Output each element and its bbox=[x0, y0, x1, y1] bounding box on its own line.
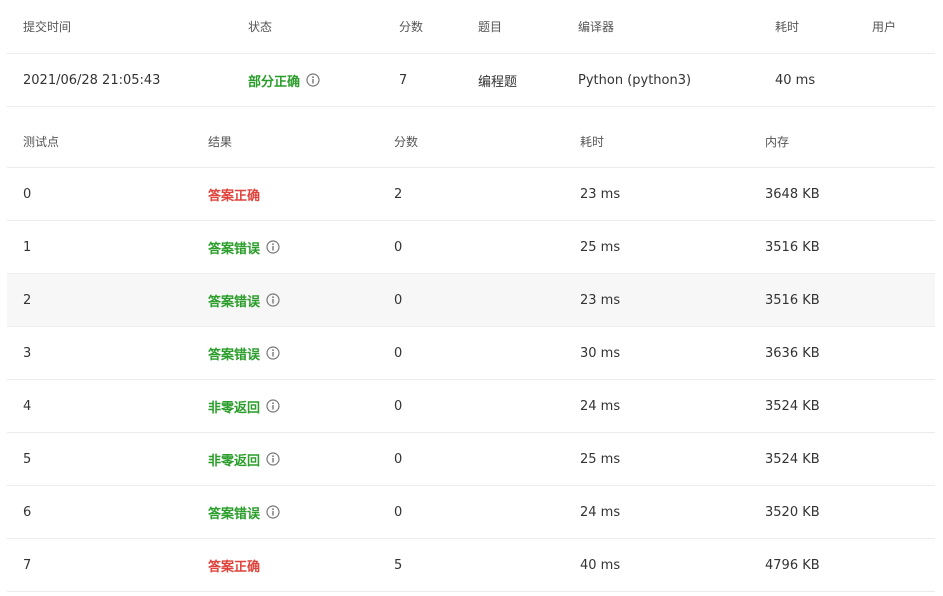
testcase-memory: 3648 KB bbox=[765, 186, 820, 202]
testcase-result[interactable]: 答案错误 bbox=[208, 486, 280, 538]
header-result: 结果 bbox=[208, 134, 233, 149]
result-label: 非零返回 bbox=[208, 453, 261, 469]
testcase-score: 0 bbox=[394, 292, 403, 308]
testcase-result[interactable]: 答案错误 bbox=[208, 274, 280, 326]
testcase-body: 0 答案正确 2 23 ms 3648 KB 1 答案错误 0 25 ms 3516 KB 2 答案错… bbox=[7, 168, 935, 592]
header-submit-time: 提交时间 bbox=[23, 20, 72, 34]
testcase-memory: 4796 KB bbox=[765, 557, 820, 573]
testcase-row: 3 答案错误 0 30 ms 3636 KB bbox=[7, 327, 935, 380]
header-status: 状态 bbox=[248, 20, 273, 34]
testcase-result[interactable]: 答案错误 bbox=[208, 221, 280, 273]
testcase-elapsed: 24 ms bbox=[580, 504, 621, 520]
testcase-score: 2 bbox=[394, 186, 403, 202]
testcase-elapsed: 40 ms bbox=[580, 557, 621, 573]
testcase-score: 0 bbox=[394, 504, 403, 520]
compiler-name: Python (python3) bbox=[578, 72, 692, 88]
result-label: 答案错误 bbox=[208, 347, 261, 363]
testcase-result[interactable]: 非零返回 bbox=[208, 380, 280, 432]
testcase-memory: 3516 KB bbox=[765, 292, 820, 308]
submission-table: 提交时间 状态 分数 题目 编译器 耗时 用户 2021/06/28 21:05… bbox=[7, 0, 935, 107]
testcase-result[interactable]: 答案错误 bbox=[208, 327, 280, 379]
submission-score: 7 bbox=[399, 72, 408, 88]
header-compiler: 编译器 bbox=[578, 20, 615, 34]
header-problem: 题目 bbox=[478, 20, 503, 34]
submit-time: 2021/06/28 21:05:43 bbox=[23, 72, 161, 88]
testcase-score: 0 bbox=[394, 345, 403, 361]
testcase-elapsed: 23 ms bbox=[580, 186, 621, 202]
result-label: 非零返回 bbox=[208, 400, 261, 416]
testcase-result: 答案正确 bbox=[208, 539, 260, 591]
testcase-id: 3 bbox=[23, 345, 32, 361]
testcase-result: 答案正确 bbox=[208, 168, 260, 220]
testcase-id: 7 bbox=[23, 557, 32, 573]
testcase-id: 2 bbox=[23, 292, 32, 308]
testcase-id: 0 bbox=[23, 186, 32, 202]
submission-header-row: 提交时间 状态 分数 题目 编译器 耗时 用户 bbox=[7, 0, 935, 54]
result-label: 答案正确 bbox=[208, 559, 261, 575]
header-elapsed: 耗时 bbox=[775, 20, 800, 34]
testcase-elapsed: 25 ms bbox=[580, 451, 621, 467]
info-icon[interactable] bbox=[266, 346, 280, 360]
testcase-memory: 3524 KB bbox=[765, 451, 820, 467]
header-user: 用户 bbox=[872, 20, 897, 34]
testcase-row: 4 非零返回 0 24 ms 3524 KB bbox=[7, 380, 935, 433]
testcase-row: 2 答案错误 0 23 ms 3516 KB bbox=[7, 274, 935, 327]
testcase-id: 6 bbox=[23, 504, 32, 520]
info-icon[interactable] bbox=[266, 452, 280, 466]
testcase-row: 6 答案错误 0 24 ms 3520 KB bbox=[7, 486, 935, 539]
testcase-score: 0 bbox=[394, 239, 403, 255]
header-tc-score: 分数 bbox=[394, 134, 419, 149]
testcase-result[interactable]: 非零返回 bbox=[208, 433, 280, 485]
testcase-score: 0 bbox=[394, 398, 403, 414]
testcase-table: 测试点 结果 分数 耗时 内存 0 答案正确 2 23 ms 3648 KB 1 答案错误 0… bbox=[7, 115, 935, 592]
testcase-elapsed: 30 ms bbox=[580, 345, 621, 361]
testcase-id: 4 bbox=[23, 398, 32, 414]
testcase-elapsed: 24 ms bbox=[580, 398, 621, 414]
submission-row: 2021/06/28 21:05:43 部分正确 7 编程题 Python (p… bbox=[7, 54, 935, 107]
status-label: 部分正确 bbox=[248, 74, 301, 90]
info-icon[interactable] bbox=[306, 73, 320, 87]
header-score: 分数 bbox=[399, 20, 424, 34]
testcase-id: 1 bbox=[23, 239, 32, 255]
testcase-id: 5 bbox=[23, 451, 32, 467]
testcase-memory: 3636 KB bbox=[765, 345, 820, 361]
result-label: 答案正确 bbox=[208, 188, 261, 204]
testcase-score: 0 bbox=[394, 451, 403, 467]
result-label: 答案错误 bbox=[208, 506, 261, 522]
testcase-row: 7 答案正确 5 40 ms 4796 KB bbox=[7, 539, 935, 592]
testcase-memory: 3524 KB bbox=[765, 398, 820, 414]
testcase-row: 0 答案正确 2 23 ms 3648 KB bbox=[7, 168, 935, 221]
info-icon[interactable] bbox=[266, 399, 280, 413]
testcase-memory: 3520 KB bbox=[765, 504, 820, 520]
header-tc-elapsed: 耗时 bbox=[580, 134, 605, 149]
info-icon[interactable] bbox=[266, 293, 280, 307]
testcase-row: 5 非零返回 0 25 ms 3524 KB bbox=[7, 433, 935, 486]
header-memory: 内存 bbox=[765, 134, 790, 149]
submission-elapsed: 40 ms bbox=[775, 72, 816, 88]
info-icon[interactable] bbox=[266, 240, 280, 254]
result-label: 答案错误 bbox=[208, 294, 261, 310]
testcase-elapsed: 25 ms bbox=[580, 239, 621, 255]
problem-type[interactable]: 编程题 bbox=[478, 54, 517, 106]
submission-status[interactable]: 部分正确 bbox=[248, 54, 320, 106]
header-testcase: 测试点 bbox=[23, 134, 60, 149]
testcase-memory: 3516 KB bbox=[765, 239, 820, 255]
testcase-score: 5 bbox=[394, 557, 403, 573]
result-label: 答案错误 bbox=[208, 241, 261, 257]
info-icon[interactable] bbox=[266, 505, 280, 519]
testcase-row: 1 答案错误 0 25 ms 3516 KB bbox=[7, 221, 935, 274]
testcase-elapsed: 23 ms bbox=[580, 292, 621, 308]
testcase-header-row: 测试点 结果 分数 耗时 内存 bbox=[7, 115, 935, 168]
